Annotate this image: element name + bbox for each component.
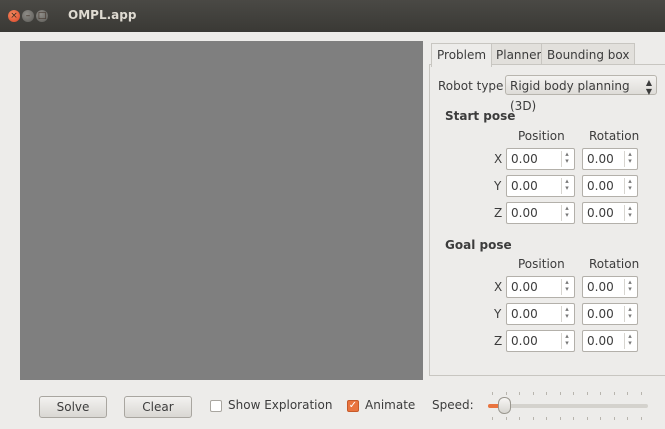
goal-position-x-input[interactable]: 0.00 ▴ ▾ <box>506 276 575 298</box>
spin-arrows-icon[interactable]: ▴ ▾ <box>624 151 635 167</box>
slider-tick <box>559 417 561 420</box>
app-window: × – □ OMPL.app Problem Planner Bounding … <box>0 0 665 429</box>
spin-value: 0.00 <box>587 179 614 193</box>
goal-position-y-input[interactable]: 0.00 ▴ ▾ <box>506 303 575 325</box>
spin-value: 0.00 <box>587 334 614 348</box>
goal-pose-heading: Goal pose <box>445 238 512 252</box>
slider-tick <box>640 417 642 420</box>
slider-tick <box>600 392 601 395</box>
goal-position-header: Position <box>518 257 565 271</box>
slider-tick <box>613 392 615 395</box>
spin-value: 0.00 <box>511 152 538 166</box>
spin-arrows-icon[interactable]: ▴ ▾ <box>624 205 635 221</box>
title-bar: × – □ OMPL.app <box>0 0 665 32</box>
robot-type-select[interactable]: Rigid body planning (3D) ▲ ▼ <box>505 75 657 113</box>
slider-tick <box>505 392 507 395</box>
show-exploration-label: Show Exploration <box>228 398 333 412</box>
goal-axis-y-label: Y <box>494 307 502 321</box>
spin-arrows-icon[interactable]: ▴ ▾ <box>624 306 635 322</box>
spin-arrows-icon[interactable]: ▴ ▾ <box>561 151 572 167</box>
solve-button[interactable]: Solve <box>39 396 107 418</box>
slider-tick <box>600 417 601 420</box>
tab-planner[interactable]: Planner <box>490 43 548 66</box>
spin-value: 0.00 <box>587 307 614 321</box>
goal-position-z-input[interactable]: 0.00 ▴ ▾ <box>506 330 575 352</box>
spin-value: 0.00 <box>511 307 538 321</box>
spin-value: 0.00 <box>587 152 614 166</box>
3d-viewport[interactable] <box>20 41 423 380</box>
start-pose-heading: Start pose <box>445 109 516 123</box>
start-position-header: Position <box>518 129 565 143</box>
slider-tick <box>546 392 547 395</box>
speed-slider[interactable] <box>488 404 648 408</box>
speed-slider-handle[interactable] <box>498 397 511 414</box>
tab-bounding-box[interactable]: Bounding box <box>541 43 636 66</box>
slider-tick <box>519 417 520 420</box>
goal-rotation-x-input[interactable]: 0.00 ▴ ▾ <box>582 276 638 298</box>
close-icon: × <box>10 11 18 21</box>
slider-tick <box>586 417 588 420</box>
spin-arrows-icon[interactable]: ▴ ▾ <box>561 178 572 194</box>
robot-type-label: Robot type <box>438 79 504 93</box>
slider-tick <box>573 417 574 420</box>
slider-tick <box>492 417 493 420</box>
slider-tick <box>492 392 493 395</box>
spin-arrows-icon[interactable]: ▴ ▾ <box>624 279 635 295</box>
spin-arrows-icon[interactable]: ▴ ▾ <box>561 306 572 322</box>
start-position-x-input[interactable]: 0.00 ▴ ▾ <box>506 148 575 170</box>
spin-arrows-icon[interactable]: ▴ ▾ <box>624 178 635 194</box>
start-axis-x-label: X <box>494 152 503 166</box>
start-rotation-header: Rotation <box>589 129 640 143</box>
slider-tick <box>519 392 520 395</box>
slider-tick <box>505 417 507 420</box>
slider-tick <box>627 417 628 420</box>
checkmark-icon: ✓ <box>348 400 358 411</box>
minimize-icon: – <box>25 11 31 21</box>
clear-button[interactable]: Clear <box>124 396 192 418</box>
chevron-updown-icon: ▲ ▼ <box>645 78 652 96</box>
slider-tick <box>532 417 534 420</box>
goal-axis-x-label: X <box>494 280 503 294</box>
start-rotation-x-input[interactable]: 0.00 ▴ ▾ <box>582 148 638 170</box>
slider-tick <box>627 392 628 395</box>
goal-rotation-z-input[interactable]: 0.00 ▴ ▾ <box>582 330 638 352</box>
start-position-z-input[interactable]: 0.00 ▴ ▾ <box>506 202 575 224</box>
maximize-window-button[interactable]: □ <box>36 10 48 22</box>
minimize-window-button[interactable]: – <box>22 10 34 22</box>
start-axis-y-label: Y <box>494 179 502 193</box>
slider-tick <box>559 392 561 395</box>
spin-value: 0.00 <box>511 280 538 294</box>
animate-label: Animate <box>365 398 416 412</box>
spin-arrows-icon[interactable]: ▴ ▾ <box>561 333 572 349</box>
animate-checkbox[interactable]: ✓ <box>347 400 359 412</box>
tab-problem[interactable]: Problem <box>431 43 493 67</box>
spin-value: 0.00 <box>587 206 614 220</box>
spin-value: 0.00 <box>511 334 538 348</box>
goal-rotation-header: Rotation <box>589 257 640 271</box>
slider-tick <box>613 417 615 420</box>
slider-tick <box>546 417 547 420</box>
goal-rotation-y-input[interactable]: 0.00 ▴ ▾ <box>582 303 638 325</box>
slider-tick <box>532 392 534 395</box>
spin-arrows-icon[interactable]: ▴ ▾ <box>561 279 572 295</box>
show-exploration-checkbox[interactable] <box>210 400 222 412</box>
start-axis-z-label: Z <box>494 206 503 220</box>
start-rotation-y-input[interactable]: 0.00 ▴ ▾ <box>582 175 638 197</box>
slider-tick <box>573 392 574 395</box>
slider-tick <box>586 392 588 395</box>
spin-value: 0.00 <box>511 206 538 220</box>
spin-value: 0.00 <box>587 280 614 294</box>
spin-arrows-icon[interactable]: ▴ ▾ <box>561 205 572 221</box>
maximize-icon: □ <box>37 11 47 21</box>
start-rotation-z-input[interactable]: 0.00 ▴ ▾ <box>582 202 638 224</box>
close-window-button[interactable]: × <box>8 10 20 22</box>
slider-tick <box>640 392 642 395</box>
window-title: OMPL.app <box>68 8 137 22</box>
speed-label: Speed: <box>432 398 474 412</box>
start-position-y-input[interactable]: 0.00 ▴ ▾ <box>506 175 575 197</box>
spin-arrows-icon[interactable]: ▴ ▾ <box>624 333 635 349</box>
goal-axis-z-label: Z <box>494 334 503 348</box>
spin-value: 0.00 <box>511 179 538 193</box>
